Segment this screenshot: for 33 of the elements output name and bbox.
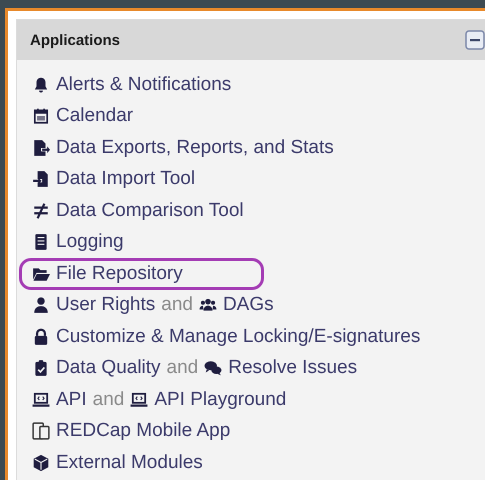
file-export-icon	[32, 138, 50, 157]
calendar-icon	[32, 107, 50, 126]
joiner-text: and	[161, 294, 193, 316]
panel-title: Applications	[30, 32, 120, 48]
app-link[interactable]: DAGs	[222, 294, 274, 316]
joiner-text: and	[92, 388, 124, 411]
not-equal-icon	[32, 202, 50, 220]
user-icon	[32, 296, 50, 314]
laptop-icon	[130, 390, 148, 409]
app-link[interactable]: Logging	[56, 231, 124, 254]
app-link[interactable]: Data Import Tool	[56, 168, 196, 190]
app-link[interactable]: Calendar	[56, 105, 134, 128]
app-link[interactable]: API	[56, 388, 87, 411]
app-link[interactable]: API Playground	[154, 388, 286, 411]
chat-bubbles-icon	[204, 359, 222, 378]
app-link[interactable]: Data Quality	[56, 357, 161, 380]
app-link[interactable]: Data Exports, Reports, and Stats	[56, 136, 334, 159]
joiner-text: and	[166, 357, 198, 380]
collapse-icon[interactable]	[465, 30, 485, 50]
app-link[interactable]: Data Comparison Tool	[56, 200, 244, 222]
app-link[interactable]: User Rights	[56, 294, 156, 316]
app-link[interactable]: REDCap Mobile App	[56, 420, 230, 442]
app-link[interactable]: External Modules	[56, 452, 203, 474]
file-import-icon	[32, 170, 50, 188]
bell-icon	[32, 76, 50, 94]
app-link[interactable]: Alerts & Notifications	[56, 74, 232, 96]
app-link[interactable]: File Repository	[56, 262, 183, 285]
app-link[interactable]: Customize & Manage Locking/E-signatures	[56, 326, 420, 348]
devices-icon	[32, 422, 50, 440]
app-link[interactable]: Resolve Issues	[228, 357, 358, 380]
laptop-icon	[32, 390, 50, 409]
lock-icon	[32, 328, 50, 346]
cube-icon	[32, 454, 50, 472]
